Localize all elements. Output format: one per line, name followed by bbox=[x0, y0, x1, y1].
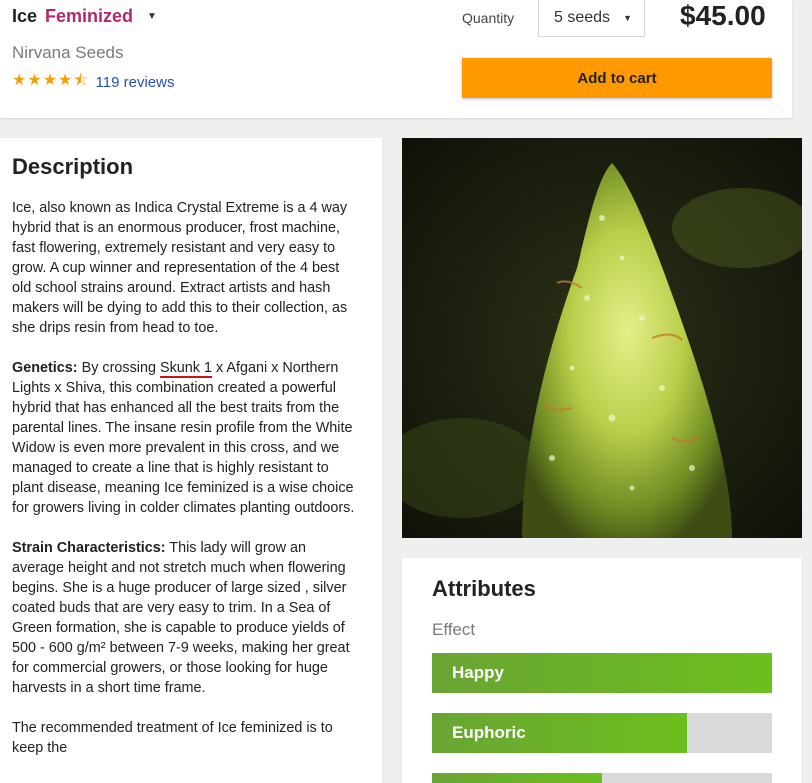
brand-name[interactable]: Nirvana Seeds bbox=[12, 43, 124, 63]
price: $45.00 bbox=[680, 0, 766, 31]
treatment-paragraph: The recommended treatment of Ice feminiz… bbox=[12, 720, 333, 756]
product-type: Feminized bbox=[45, 6, 134, 26]
effect-fill bbox=[432, 773, 602, 783]
strain-paragraph: Strain Characteristics: This lady will g… bbox=[12, 538, 357, 698]
chevron-down-icon[interactable]: ▼ bbox=[147, 11, 157, 22]
quantity-label: Quantity bbox=[462, 10, 515, 26]
chevron-down-icon: ▼ bbox=[623, 13, 632, 23]
genetics-pre: By crossing bbox=[77, 360, 160, 376]
product-title[interactable]: Ice Feminized ▼ bbox=[12, 6, 157, 27]
product-name: Ice bbox=[12, 6, 38, 26]
attributes-title: Attributes bbox=[432, 576, 536, 601]
product-header: Ice Feminized ▼ Nirvana Seeds ★★★★⯪ 119 … bbox=[0, 0, 792, 118]
annotation-underline: Skunk 1 bbox=[159, 360, 212, 378]
effect-label: Effect bbox=[432, 620, 476, 639]
effect-bar-happy: Happy bbox=[432, 653, 772, 693]
genetics-text: x Afgani x Northern Lights x Shiva, this… bbox=[12, 360, 355, 516]
effect-label-happy: Happy bbox=[452, 663, 504, 682]
rating: ★★★★⯪ 119 reviews bbox=[12, 69, 174, 96]
product-image[interactable] bbox=[402, 138, 802, 538]
effect-label-euphoric: Euphoric bbox=[452, 723, 526, 742]
effect-bar-euphoric: Euphoric bbox=[432, 713, 772, 753]
star-rating-icon: ★★★★⯪ bbox=[12, 72, 90, 89]
quantity-select[interactable]: 5 seeds ▼ bbox=[538, 0, 645, 37]
attributes-card: Attributes Effect Happy Euphoric bbox=[402, 558, 802, 783]
effect-bar-third bbox=[432, 773, 772, 783]
genetics-label: Genetics: bbox=[12, 360, 78, 376]
description-card: Description Ice, also known as Indica Cr… bbox=[0, 138, 382, 783]
strain-label: Strain Characteristics: bbox=[12, 540, 166, 556]
strain-text: This lady will grow an average height an… bbox=[12, 540, 350, 696]
reviews-link[interactable]: 119 reviews bbox=[96, 74, 175, 91]
description-intro: Ice, also known as Indica Crystal Extrem… bbox=[12, 200, 348, 336]
description-body: Ice, also known as Indica Crystal Extrem… bbox=[12, 198, 357, 778]
description-title: Description bbox=[12, 154, 134, 179]
add-to-cart-button[interactable]: Add to cart bbox=[462, 58, 772, 98]
genetics-paragraph: Genetics: By crossing Skunk 1 x Afgani x… bbox=[12, 358, 357, 518]
quantity-value: 5 seeds bbox=[554, 9, 611, 26]
